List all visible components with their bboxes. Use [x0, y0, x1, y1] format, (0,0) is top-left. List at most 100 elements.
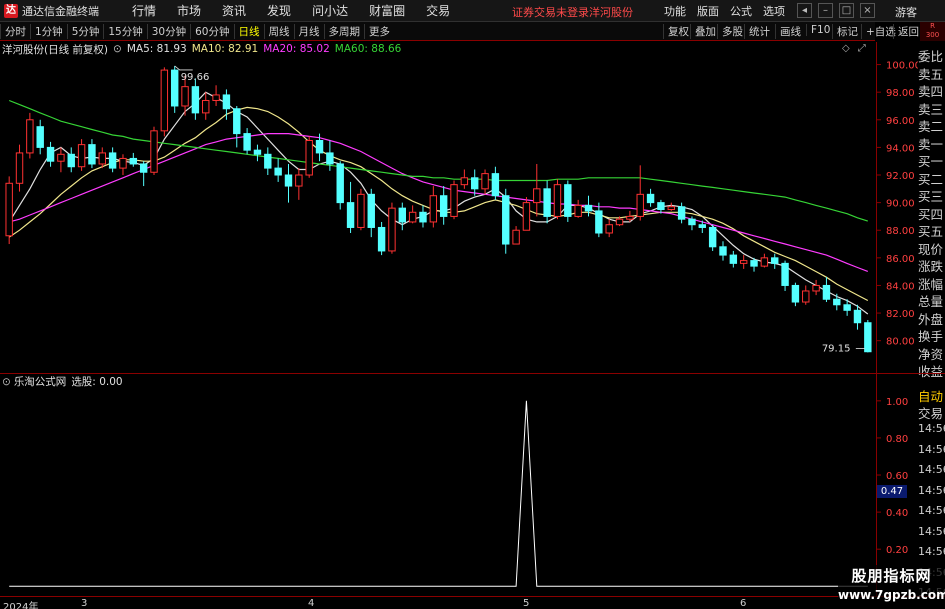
period-tab-6[interactable]: 日线 — [233, 23, 264, 39]
candle[interactable] — [677, 202, 686, 224]
period-tab-0[interactable]: 分时 — [0, 23, 30, 39]
candle[interactable] — [357, 188, 365, 231]
period-tab-9[interactable]: 多周期 — [323, 23, 365, 39]
menu-item-6[interactable]: 交易 — [426, 2, 450, 19]
right-menu-item-2[interactable]: 公式 — [730, 3, 752, 19]
candle[interactable] — [636, 165, 644, 221]
settings-icon[interactable]: ⊙ — [113, 43, 122, 55]
candle[interactable] — [284, 163, 293, 203]
candle[interactable] — [533, 163, 541, 217]
candle[interactable] — [491, 166, 500, 200]
candle[interactable] — [760, 253, 769, 268]
candle[interactable] — [553, 179, 562, 220]
candle[interactable] — [129, 152, 138, 167]
candle[interactable] — [781, 260, 789, 291]
period-tab-7[interactable]: 周线 — [263, 23, 294, 39]
candle[interactable] — [864, 319, 872, 353]
menu-item-0[interactable]: 行情 — [132, 2, 156, 19]
candle[interactable] — [326, 140, 334, 171]
expand-icon[interactable]: ⤢ — [858, 43, 866, 54]
candle[interactable] — [512, 226, 520, 245]
period-tab-10[interactable]: 更多 — [364, 23, 394, 39]
candle[interactable] — [450, 180, 458, 220]
chart-tool-button-6[interactable]: 标记 — [832, 24, 862, 39]
candle[interactable] — [419, 205, 427, 228]
menu-item-5[interactable]: 财富圈 — [369, 2, 405, 19]
candle[interactable] — [771, 253, 779, 269]
candle[interactable] — [150, 126, 158, 176]
menu-item-2[interactable]: 资讯 — [222, 2, 246, 19]
candle[interactable] — [429, 186, 438, 228]
candle[interactable] — [88, 139, 96, 169]
period-tab-2[interactable]: 5分钟 — [66, 23, 104, 39]
maximize-icon[interactable]: □ — [839, 3, 854, 18]
diamond-icon[interactable]: ◇ — [842, 43, 850, 54]
candle[interactable] — [139, 161, 148, 187]
kline-chart[interactable]: 100.00 98.00 96.00 94.00 92.00 90.00 88.00 86.0… — [0, 42, 918, 375]
candle[interactable] — [46, 141, 55, 167]
candle[interactable] — [346, 181, 355, 233]
candle[interactable] — [77, 139, 86, 171]
candle[interactable] — [26, 112, 34, 159]
candle[interactable] — [481, 169, 489, 195]
candle[interactable] — [595, 202, 603, 238]
period-tab-8[interactable]: 月线 — [293, 23, 324, 39]
candle[interactable] — [295, 168, 303, 200]
candle[interactable] — [822, 277, 831, 303]
candle[interactable] — [5, 176, 13, 245]
candle[interactable] — [377, 221, 386, 256]
candle[interactable] — [802, 285, 810, 305]
chart-tool-button-1[interactable]: 叠加 — [690, 24, 720, 39]
candle[interactable] — [502, 188, 510, 254]
candle[interactable] — [564, 180, 572, 222]
chart-tool-button-5[interactable]: F10 — [806, 24, 834, 36]
candle[interactable] — [388, 202, 396, 254]
candle[interactable] — [222, 89, 231, 120]
candle[interactable] — [212, 85, 220, 106]
candle[interactable] — [57, 147, 65, 173]
candle[interactable] — [119, 154, 127, 176]
candle[interactable] — [398, 202, 406, 231]
candle[interactable] — [367, 188, 375, 238]
candle[interactable] — [543, 180, 551, 224]
candle[interactable] — [408, 205, 417, 224]
candle[interactable] — [98, 147, 106, 169]
indicator-settings-icon[interactable]: ⊙ — [2, 376, 11, 388]
candle[interactable] — [202, 92, 210, 120]
minimize-icon[interactable]: – — [818, 3, 833, 18]
candle[interactable] — [108, 147, 117, 173]
back-icon[interactable]: ◂ — [797, 3, 812, 18]
chart-tool-button-8[interactable]: 返回 — [893, 24, 923, 39]
candle[interactable] — [812, 279, 820, 296]
candle[interactable] — [336, 161, 344, 210]
candle[interactable] — [243, 128, 251, 155]
candle[interactable] — [739, 255, 748, 269]
login-notice[interactable]: 证券交易未登录 — [512, 4, 589, 20]
right-menu-item-3[interactable]: 选项 — [763, 3, 785, 19]
candle[interactable] — [15, 144, 24, 192]
right-menu-item-1[interactable]: 版面 — [697, 3, 719, 19]
chart-tool-button-0[interactable]: 复权 — [663, 24, 693, 39]
candle[interactable] — [170, 65, 179, 113]
menu-item-4[interactable]: 问小达 — [312, 2, 348, 19]
indicator-chart[interactable]: 1.00 0.80 0.60 0.40 0.20 — [0, 374, 918, 596]
close-icon[interactable]: × — [860, 3, 875, 18]
candle[interactable] — [574, 199, 582, 218]
candle[interactable] — [253, 144, 262, 162]
candle[interactable] — [729, 250, 738, 268]
candle[interactable] — [522, 197, 531, 231]
candle[interactable] — [274, 158, 282, 182]
period-tab-5[interactable]: 60分钟 — [190, 23, 233, 39]
candle[interactable] — [719, 241, 727, 261]
candle[interactable] — [264, 147, 272, 176]
candle[interactable] — [191, 78, 200, 120]
right-menu-item-0[interactable]: 功能 — [664, 3, 686, 19]
chart-tool-button-2[interactable]: 多股 — [717, 24, 747, 39]
period-tab-4[interactable]: 30分钟 — [146, 23, 190, 39]
guest-user[interactable]: 游客 — [895, 4, 917, 20]
candle[interactable] — [833, 293, 841, 311]
menu-item-1[interactable]: 市场 — [177, 2, 201, 19]
candle[interactable] — [36, 119, 44, 155]
candle[interactable] — [791, 282, 800, 307]
candle[interactable] — [708, 224, 717, 251]
